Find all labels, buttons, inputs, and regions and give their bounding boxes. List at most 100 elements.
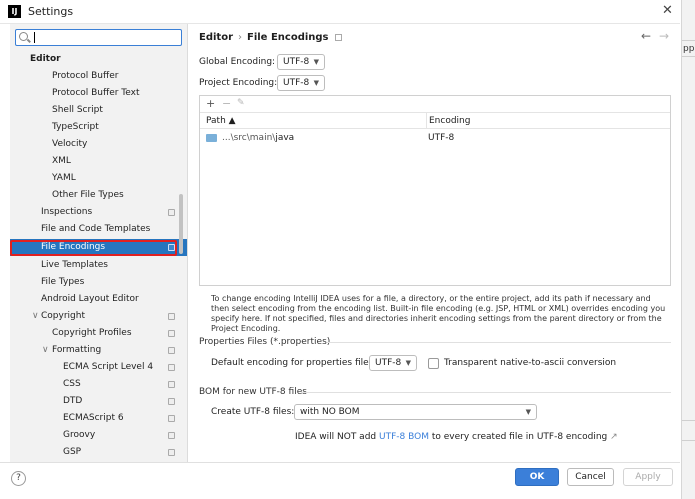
window-title: Settings	[28, 5, 74, 18]
cancel-button[interactable]: Cancel	[567, 468, 614, 486]
sidebar-item-yaml[interactable]: YAML	[10, 170, 187, 187]
sidebar-item-copyright[interactable]: ∨ Copyright	[10, 308, 187, 325]
bom-note-suffix: to every created file in UTF-8 encoding	[431, 432, 608, 442]
background-window-edge: pp	[681, 0, 695, 499]
path-name: java	[275, 133, 295, 143]
search-icon	[19, 32, 28, 41]
help-button[interactable]: ?	[11, 471, 26, 486]
sidebar-item-label: Editor	[30, 54, 61, 64]
chevron-down-icon[interactable]: ∨	[42, 342, 49, 359]
divider	[682, 420, 695, 421]
search-box[interactable]	[15, 29, 182, 46]
sidebar-item-label: Copyright	[41, 311, 85, 321]
close-icon[interactable]: ✕	[662, 3, 673, 18]
sidebar-item-label: ECMAScript 6	[63, 413, 124, 423]
path-prefix: ...\src\main\	[222, 133, 276, 143]
sidebar-item-label: Groovy	[63, 430, 96, 440]
project-encoding-dropdown[interactable]: UTF-8 ▼	[277, 75, 325, 91]
sidebar-item-label: File Types	[41, 277, 85, 287]
properties-encoding-value: UTF-8	[375, 358, 402, 368]
sidebar-item-xml[interactable]: XML	[10, 153, 187, 170]
sidebar-item-label: Formatting	[52, 345, 102, 355]
remove-icon[interactable]: −	[222, 97, 231, 110]
add-icon[interactable]: +	[206, 97, 215, 110]
external-link-icon[interactable]: ↗	[610, 432, 618, 442]
sidebar-item-protocol-buffer-text[interactable]: Protocol Buffer Text	[10, 85, 187, 102]
edit-pencil-icon[interactable]: ✎	[237, 98, 245, 108]
path-encoding-table: + − ✎ Path ▲ Encoding ...\src\main\java …	[199, 95, 671, 286]
sidebar-item-groovy[interactable]: Groovy	[10, 427, 187, 444]
intellij-logo-icon: IJ	[8, 5, 21, 18]
dropdown-arrow-icon: ▼	[405, 359, 411, 367]
sidebar-item-live-templates[interactable]: Live Templates	[10, 257, 187, 274]
sidebar-item-label: File and Code Templates	[41, 224, 151, 234]
transparent-ascii-label: Transparent native-to-ascii conversion	[444, 358, 617, 368]
section-divider	[301, 392, 671, 393]
sidebar-item-velocity[interactable]: Velocity	[10, 136, 187, 153]
search-input[interactable]	[38, 31, 178, 44]
apply-button[interactable]: Apply	[623, 468, 673, 486]
sidebar-item-typescript[interactable]: TypeScript	[10, 119, 187, 136]
create-utf8-label: Create UTF-8 files:	[211, 407, 295, 417]
project-scope-icon	[168, 364, 175, 371]
sidebar-item-label: GSP	[63, 447, 82, 457]
sidebar-item-gsp[interactable]: GSP	[10, 444, 187, 461]
properties-default-label: Default encoding for properties files:	[211, 358, 377, 368]
text-cursor	[34, 32, 35, 43]
sidebar-item-label: TypeScript	[52, 122, 99, 132]
sidebar-scrollbar[interactable]	[179, 194, 183, 254]
settings-content: Editor › File Encodings ← → Global Encodin…	[189, 24, 680, 462]
sidebar-item-android-layout-editor[interactable]: Android Layout Editor	[10, 291, 187, 308]
settings-sidebar: Editor Protocol Buffer Protocol Buffer T…	[10, 24, 188, 462]
column-header-encoding[interactable]: Encoding	[426, 113, 670, 129]
back-arrow-icon[interactable]: ←	[641, 29, 651, 43]
sidebar-item-file-and-code-templates[interactable]: File and Code Templates	[10, 221, 187, 238]
sidebar-item-label: Other File Types	[52, 190, 124, 200]
sidebar-item-other-file-types[interactable]: Other File Types	[10, 187, 187, 204]
global-encoding-dropdown[interactable]: UTF-8 ▼	[277, 54, 325, 70]
bom-section-title: BOM for new UTF-8 files	[199, 387, 307, 397]
sidebar-item-file-types[interactable]: File Types	[10, 274, 187, 291]
sidebar-item-protocol-buffer[interactable]: Protocol Buffer	[10, 68, 187, 85]
column-header-path[interactable]: Path ▲	[206, 113, 236, 129]
project-scope-icon	[168, 347, 175, 354]
title-bar: IJ Settings ✕	[0, 0, 680, 24]
sidebar-item-css[interactable]: CSS	[10, 376, 187, 393]
sidebar-item-label: Copyright Profiles	[52, 328, 132, 338]
sidebar-item-ecma-script-level-4[interactable]: ECMA Script Level 4	[10, 359, 187, 376]
properties-encoding-dropdown[interactable]: UTF-8 ▼	[369, 355, 417, 371]
breadcrumb-parent[interactable]: Editor	[199, 32, 233, 43]
sidebar-item-label: Protocol Buffer	[52, 71, 119, 81]
sidebar-item-label: ECMA Script Level 4	[63, 362, 154, 372]
global-encoding-value: UTF-8	[283, 57, 310, 67]
forward-arrow-icon[interactable]: →	[659, 29, 669, 43]
project-scope-icon	[168, 381, 175, 388]
sidebar-item-inspections[interactable]: Inspections	[10, 204, 187, 221]
sidebar-item-ecmascript-6[interactable]: ECMAScript 6	[10, 410, 187, 427]
sidebar-item-formatting[interactable]: ∨ Formatting	[10, 342, 187, 359]
sidebar-item-file-encodings[interactable]: File Encodings	[10, 239, 187, 256]
divider	[682, 440, 695, 441]
path-cell: ...\src\main\java	[222, 130, 294, 146]
chevron-down-icon[interactable]: ∨	[32, 308, 39, 325]
sidebar-item-editor[interactable]: Editor	[10, 51, 187, 68]
bom-note: IDEA will NOT add UTF-8 BOM to every cre…	[295, 432, 618, 442]
divider	[682, 56, 695, 57]
transparent-ascii-checkbox[interactable]	[428, 358, 439, 369]
encoding-cell: UTF-8	[428, 133, 455, 143]
table-toolbar: + − ✎	[200, 96, 670, 113]
bom-dropdown[interactable]: with NO BOM ▼	[294, 404, 537, 420]
sidebar-item-label: Velocity	[52, 139, 88, 149]
sidebar-item-shell-script[interactable]: Shell Script	[10, 102, 187, 119]
project-scope-icon	[334, 33, 342, 41]
table-row[interactable]: ...\src\main\java UTF-8	[200, 130, 670, 146]
section-divider	[327, 342, 671, 343]
sidebar-item-label: Inspections	[41, 207, 93, 217]
utf8-bom-link[interactable]: UTF-8 BOM	[379, 432, 429, 442]
sidebar-item-dtd[interactable]: DTD	[10, 393, 187, 410]
sidebar-item-label: File Encodings	[41, 242, 106, 252]
sidebar-item-label: Protocol Buffer Text	[52, 88, 140, 98]
sidebar-item-label: XML	[52, 156, 71, 166]
ok-button[interactable]: OK	[515, 468, 559, 486]
sidebar-item-copyright-profiles[interactable]: Copyright Profiles	[10, 325, 187, 342]
